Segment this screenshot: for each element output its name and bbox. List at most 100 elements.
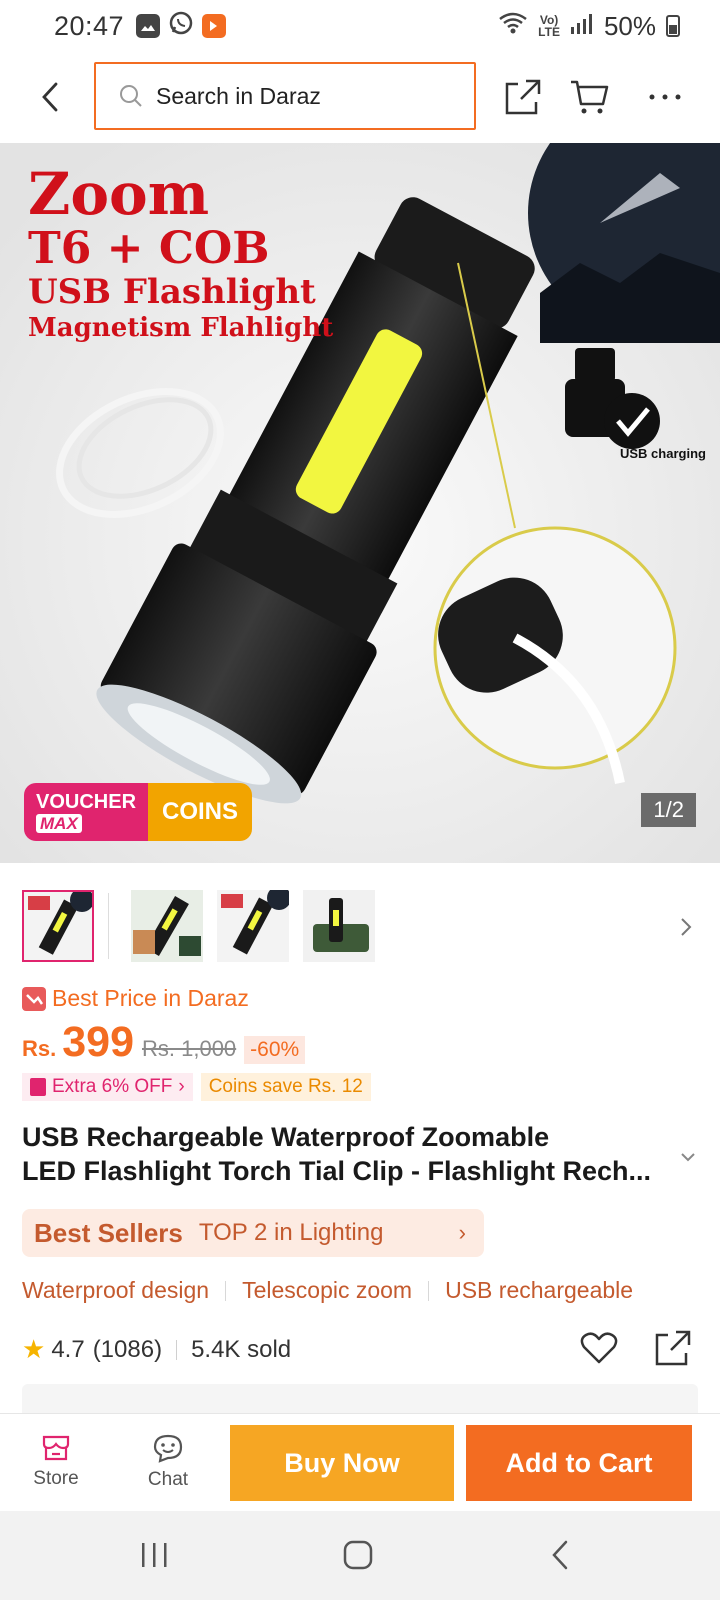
search-icon [120, 85, 142, 107]
review-count: (1086) [92, 1335, 163, 1363]
rating-value: 4.7 [51, 1335, 85, 1363]
status-right: Vo) LTE 50% [498, 11, 680, 42]
best-price-label: Best Price in Daraz [52, 985, 249, 1011]
home-button[interactable] [328, 1533, 388, 1577]
thumbnail-next-button[interactable] [676, 912, 696, 942]
thumbnail-strip [22, 888, 389, 964]
chat-icon [153, 1434, 183, 1463]
status-time: 20:47 [54, 10, 125, 41]
thumbnail-2[interactable] [131, 890, 203, 962]
back-button[interactable] [30, 72, 70, 122]
daraz-icon [202, 14, 227, 38]
expand-title-button[interactable] [676, 1145, 700, 1169]
buy-now-button[interactable]: Buy Now [230, 1425, 454, 1501]
feature-item: USB rechargeable [445, 1277, 634, 1303]
search-input[interactable]: Search in Daraz [94, 62, 476, 130]
network-bottom: LTE [538, 25, 560, 39]
feature-list: Waterproof design Telescopic zoom USB re… [22, 1277, 633, 1304]
store-button[interactable]: Store [16, 1424, 96, 1500]
voucher-max-badge: VOUCHER MAX COINS [24, 783, 252, 841]
product-title-line-2: LED Flashlight Torch Tial Clip - Flashli… [22, 1156, 652, 1186]
back-icon [552, 1540, 568, 1570]
thumbnail-image [217, 890, 289, 962]
home-icon [343, 1540, 373, 1570]
feature-item: Telescopic zoom [242, 1277, 413, 1303]
chevron-right-icon: › [458, 1220, 466, 1245]
notification-icons [136, 10, 227, 43]
product-title-line-1: USB Rechargeable Waterproof Zoomable [22, 1122, 550, 1152]
chevron-down-icon [681, 1153, 695, 1162]
share-icon [655, 1330, 691, 1366]
extra-off-label: Extra 6% OFF [52, 1076, 173, 1097]
chat-button[interactable]: Chat [128, 1424, 208, 1500]
share-button[interactable] [498, 72, 548, 122]
original-price: Rs. 1,000 [142, 1036, 237, 1061]
promo-row: Extra 6% OFF › Coins save Rs. 12 [22, 1073, 371, 1101]
coins-part: COINS [148, 783, 252, 841]
thumbnail-4[interactable] [303, 890, 375, 962]
top-header: Search in Daraz [0, 52, 720, 142]
thumbnail-image [303, 890, 375, 962]
more-icon [649, 94, 681, 100]
current-price: 399 [62, 1018, 134, 1066]
thumbnail-image [131, 890, 203, 962]
extra-off-chip[interactable]: Extra 6% OFF › [22, 1073, 193, 1101]
whatsapp-icon [168, 10, 194, 43]
bestsellers-chip[interactable]: Best Sellers TOP 2 in Lighting › [22, 1209, 484, 1257]
more-button[interactable] [640, 72, 690, 122]
battery-percent: 50% [603, 10, 656, 41]
rating-row[interactable]: ★ 4.7 (1086) 5.4K sold [22, 1334, 291, 1365]
store-label: Store [33, 1468, 79, 1489]
battery-icon [666, 15, 680, 37]
product-title[interactable]: USB Rechargeable Waterproof Zoomable LED… [22, 1120, 672, 1188]
star-icon: ★ [22, 1334, 46, 1364]
add-to-cart-button[interactable]: Add to Cart [466, 1425, 692, 1501]
chat-label: Chat [147, 1469, 189, 1490]
rating-divider [176, 1339, 178, 1360]
headline-line-1: Zoom [28, 160, 210, 228]
network-type: Vo) LTE [538, 14, 560, 38]
wishlist-button[interactable] [578, 1327, 620, 1369]
signal-icon [570, 11, 594, 42]
bottom-action-bar: Store Chat Buy Now Add to Cart [0, 1413, 720, 1511]
wifi-icon [498, 11, 528, 42]
headline-line-4: Magnetism Flahlight [28, 313, 334, 343]
price-tag-icon [22, 986, 46, 1011]
product-image-gallery[interactable]: Zoom T6 + COB USB Flashlight Magnetism F… [0, 143, 720, 863]
feature-divider [225, 1280, 227, 1301]
system-nav-bar [0, 1511, 720, 1600]
recent-apps-button[interactable] [124, 1533, 184, 1577]
thumbnail-1[interactable] [22, 890, 94, 962]
best-price-banner: Best Price in Daraz [22, 985, 249, 1012]
guarantee-strip[interactable] [22, 1384, 698, 1414]
gallery-icon [136, 14, 161, 38]
price-row: Rs. 399 Rs. 1,000 -60% [22, 1018, 306, 1067]
cart-button[interactable] [564, 72, 614, 122]
share-product-button[interactable] [652, 1327, 694, 1369]
usb-charging-label: USB charging [620, 446, 706, 461]
cart-icon [571, 80, 609, 114]
status-bar: 20:47 Vo) LTE 50% [0, 0, 720, 52]
voucher-part: VOUCHER MAX [24, 783, 148, 841]
image-page-indicator: 1/2 [641, 793, 696, 827]
feature-divider [428, 1280, 430, 1301]
coins-save-chip: Coins save Rs. 12 [200, 1073, 371, 1101]
system-back-button[interactable] [530, 1533, 590, 1577]
store-icon [42, 1435, 70, 1461]
image-headline: Zoom T6 + COB USB Flashlight Magnetism F… [28, 165, 333, 341]
voucher-max-text: MAX [36, 813, 82, 833]
voucher-icon [30, 1078, 46, 1096]
share-icon [505, 79, 541, 115]
headline-line-3: USB Flashlight [28, 272, 316, 312]
bestsellers-label: Best Sellers [34, 1217, 183, 1248]
search-placeholder: Search in Daraz [156, 82, 321, 109]
sold-count: 5.4K sold [191, 1335, 292, 1363]
currency: Rs. [22, 1036, 57, 1061]
chevron-right-icon [681, 918, 692, 936]
bestsellers-rank: TOP 2 in Lighting [198, 1219, 384, 1246]
feature-item: Waterproof design [22, 1277, 210, 1303]
chevron-right-icon: › [178, 1076, 185, 1097]
discount-badge: -60% [244, 1036, 306, 1064]
heart-icon [580, 1332, 618, 1364]
thumbnail-3[interactable] [217, 890, 289, 962]
